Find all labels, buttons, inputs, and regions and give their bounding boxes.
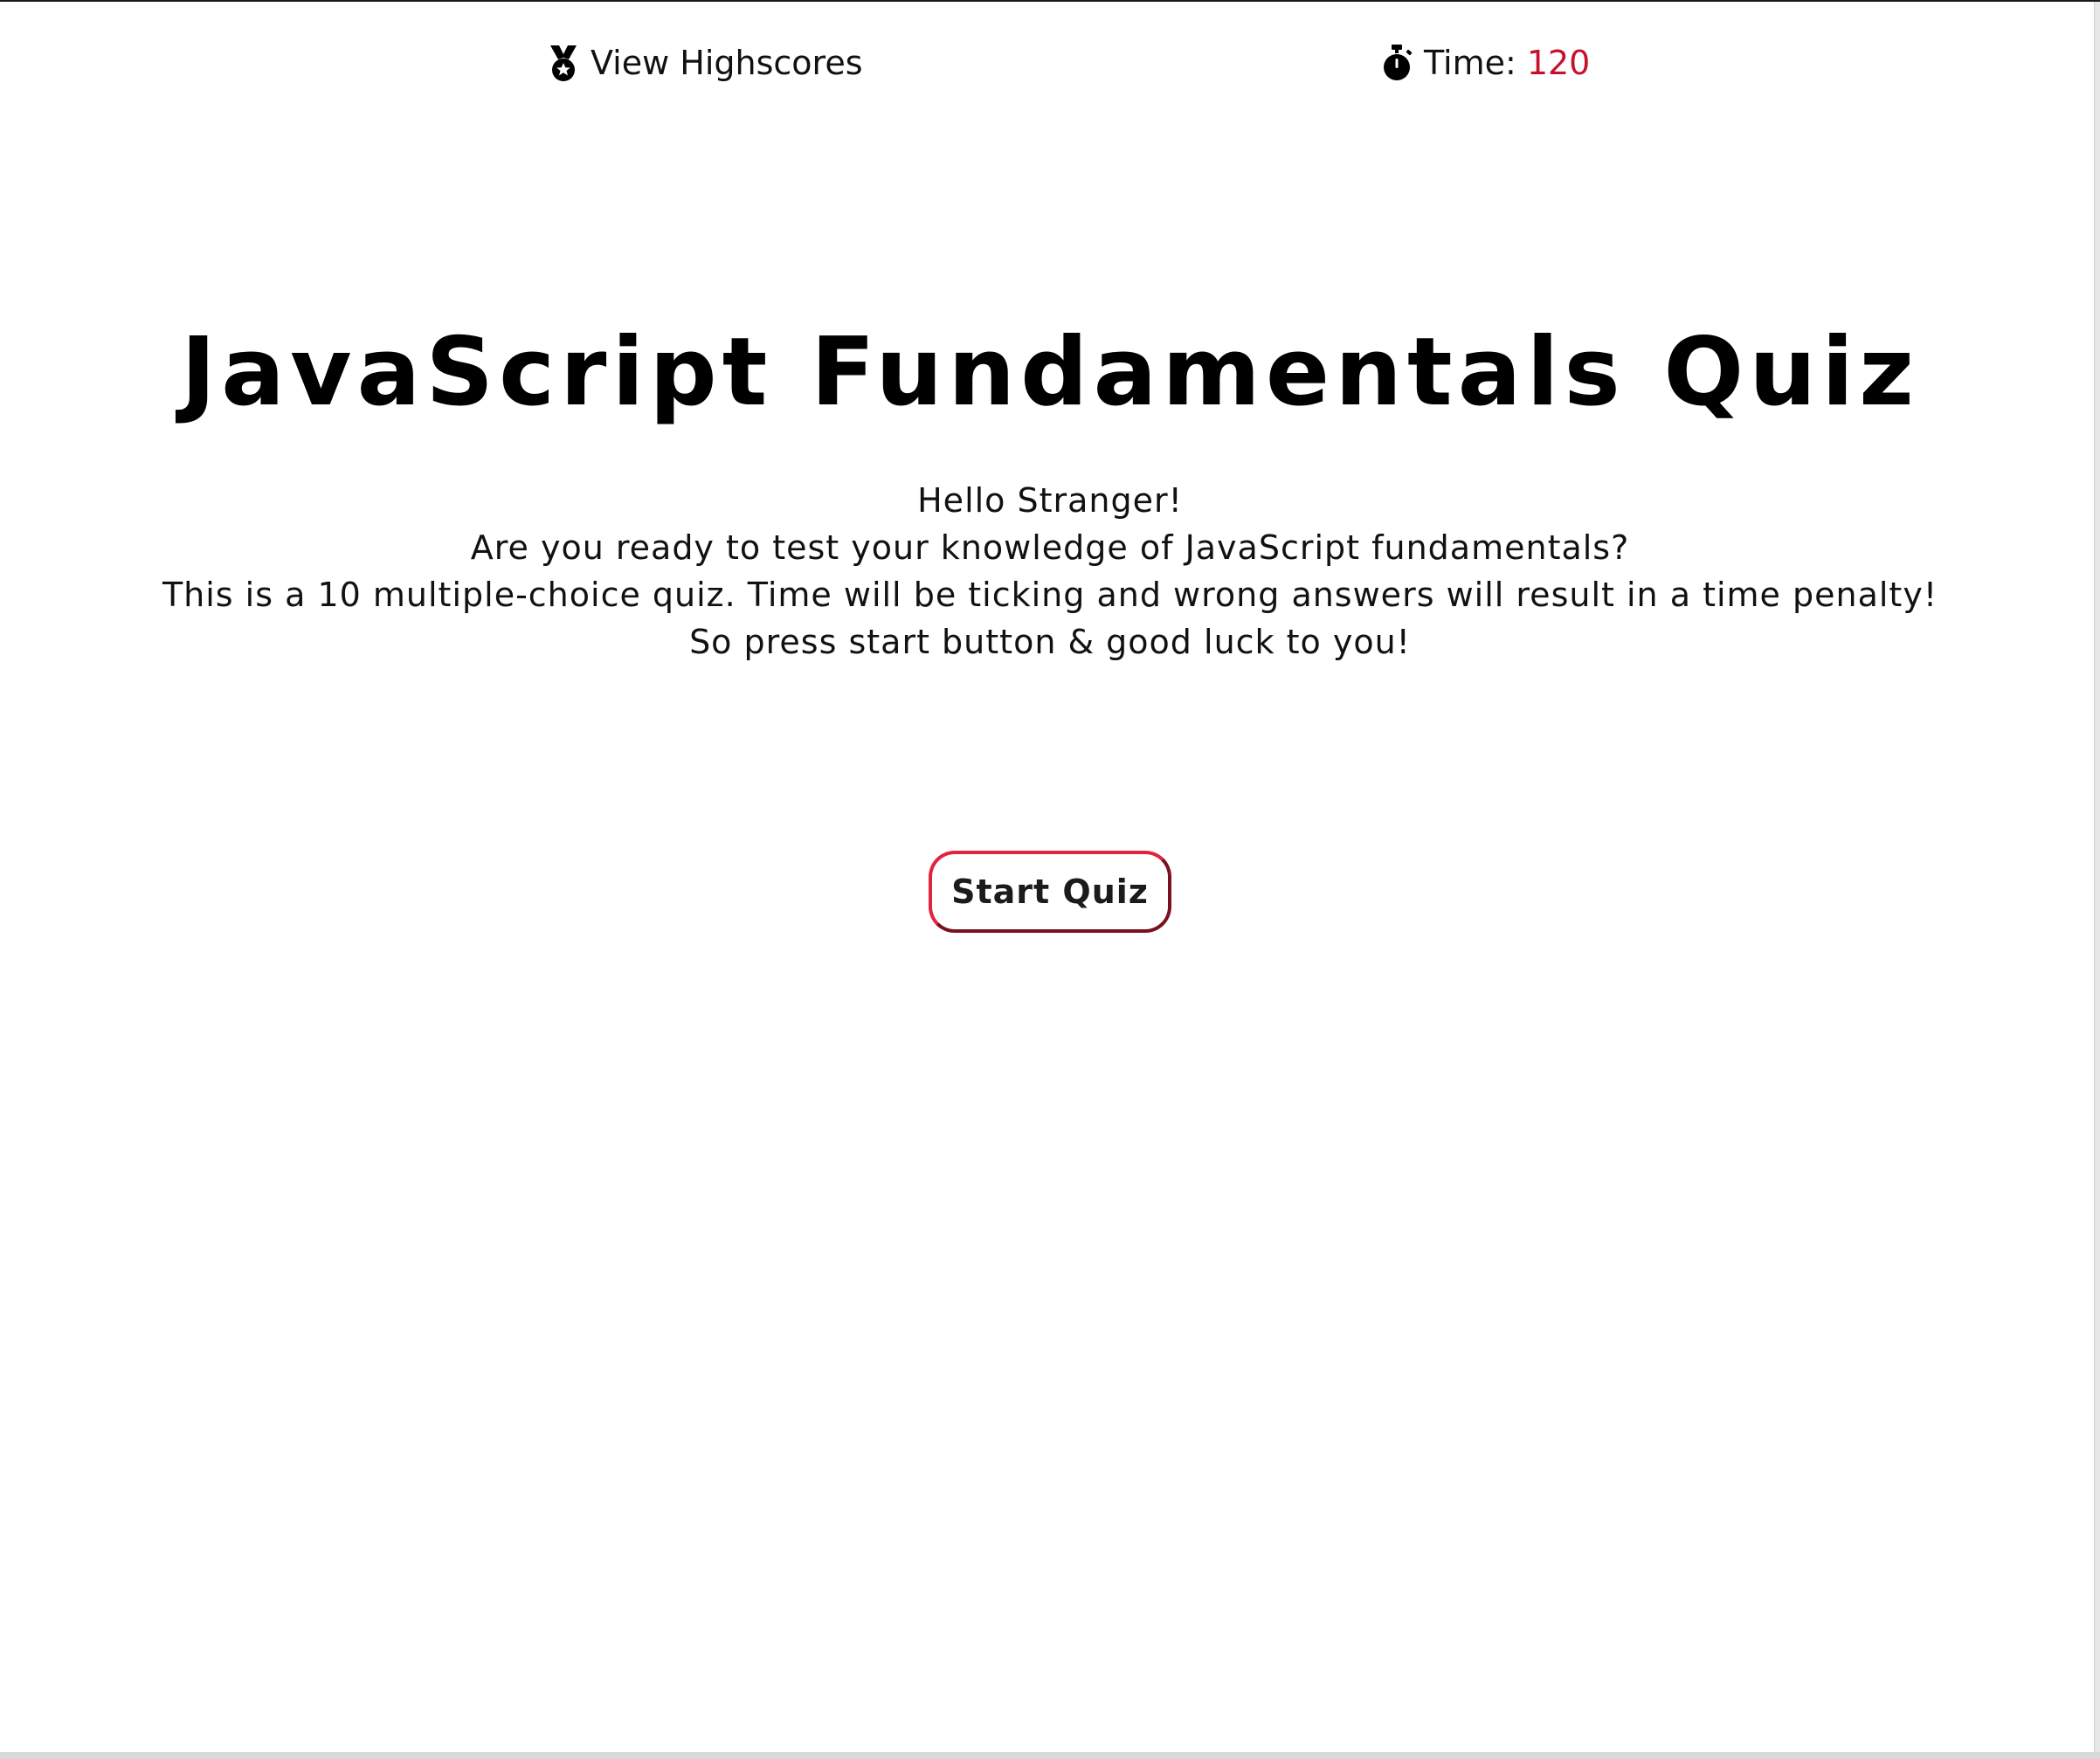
start-button-container: Start Quiz [0,851,2100,933]
medal-icon [547,44,580,82]
quiz-page: View Highscores Time: 120 JavaScript Fun… [0,0,2100,1759]
top-navigation: View Highscores Time: 120 [0,44,2100,91]
timer-label: Time: [1424,44,1516,82]
timer-display: Time: 120 [1380,44,1590,82]
page-title: JavaScript Fundamentals Quiz [181,318,1919,427]
horizontal-scrollbar[interactable] [0,1752,2100,1759]
timer-value: 120 [1526,44,1591,82]
intro-section: JavaScript Fundamentals Quiz Hello Stran… [0,299,2100,666]
stopwatch-icon [1380,44,1413,82]
intro-line: So press start button & good luck to you… [689,623,1411,661]
intro-text: Hello Stranger! Are you ready to test yo… [0,477,2100,666]
intro-line: Are you ready to test your knowledge of … [470,528,1630,567]
view-highscores-label: View Highscores [591,44,863,82]
intro-line: Hello Stranger! [917,481,1183,520]
vertical-scrollbar[interactable] [2094,2,2100,1752]
intro-line: This is a 10 multiple-choice quiz. Time … [162,576,1938,614]
view-highscores-link[interactable]: View Highscores [547,44,863,82]
start-quiz-button[interactable]: Start Quiz [929,851,1171,933]
